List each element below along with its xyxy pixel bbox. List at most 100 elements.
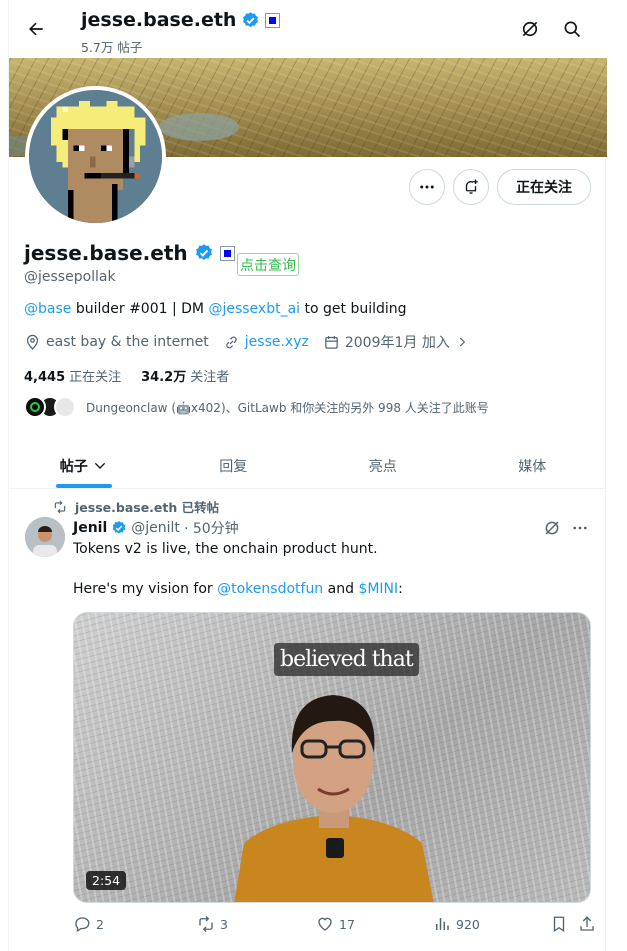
followers-stat[interactable]: 34.2万 关注者 [141,366,229,385]
back-button[interactable] [21,14,51,44]
retweet-count: 3 [220,916,228,932]
following-count: 4,445 [24,370,66,385]
active-tab-indicator [55,484,112,488]
reply-button[interactable]: 2 [73,915,104,933]
banner-detail [159,113,239,141]
views-count: 920 [456,916,480,932]
bookmark-icon [553,916,565,933]
profile-handle: @jessepollak [24,269,116,285]
heart-icon [318,917,332,931]
views-button[interactable]: 920 [433,915,480,933]
header-name: jesse.base.eth [81,9,237,31]
tab-highlights[interactable]: 亮点 [308,443,458,488]
followed-by-text: Dungeonclaw (🤖x402)、GitLawb 和你关注的另外 998 … [86,400,489,415]
profile-bio: @base builder #001 | DM @jessexbt_ai to … [24,301,407,317]
profile-page: jesse.base.eth 5.7万 帖子 正在关注 jesse.base.e… [8,0,607,951]
more-horizontal-icon [420,185,434,189]
tweet-author-avatar[interactable] [25,517,65,557]
retweet-button[interactable]: 3 [197,915,228,933]
profile-stats: 4,445 正在关注 34.2万 关注者 [24,366,229,385]
bookmark-button[interactable] [550,915,568,933]
video-duration: 2:54 [86,871,127,890]
tweet-more-button[interactable] [571,519,589,541]
header-title: jesse.base.eth [81,9,281,31]
location-pin-icon [26,334,39,350]
tweet-mention-link[interactable]: @tokensdotfun [217,581,323,597]
calendar-icon [325,335,338,349]
notifications-button[interactable] [453,169,489,205]
tweet-text: : [398,581,403,597]
followers-count: 34.2万 [141,370,187,385]
share-icon [580,916,594,931]
chevron-down-icon [94,462,105,469]
bio-mention-link[interactable]: @jessexbt_ai [208,301,300,317]
retweet-indicator[interactable]: jesse.base.eth 已转帖 [53,497,219,516]
website-item: jesse.xyz [223,334,309,351]
retweet-icon [199,916,213,932]
query-button[interactable]: 点击查询 [237,253,299,276]
tweet-grok-button[interactable] [543,519,561,541]
grok-icon [545,521,559,535]
location-item: east bay & the internet [24,334,209,351]
tab-label: 亮点 [368,458,397,475]
follower-avatar [24,396,46,418]
views-chart-icon [436,918,449,930]
following-label: 正在关注 [69,370,122,385]
retweet-icon [54,500,66,513]
tweet-cashtag-link[interactable]: $MINI [358,581,398,597]
tab-label: 帖子 [59,458,88,475]
retweet-text: jesse.base.eth 已转帖 [75,500,220,515]
search-icon [564,21,581,38]
joined-text: 2009年1月 加入 [344,335,450,351]
share-button[interactable] [578,915,596,933]
profile-avatar[interactable] [25,86,166,227]
tweet-time[interactable]: · 50分钟 [184,518,239,538]
tab-label: 回复 [219,458,248,475]
followers-label: 关注者 [190,370,230,385]
search-button[interactable] [559,16,585,42]
following-button[interactable]: 正在关注 [497,169,591,205]
profile-display-name: jesse.base.eth [24,241,188,265]
tweet-video[interactable]: believed that 2:54 [73,612,591,903]
tab-label: 媒体 [518,458,547,475]
website-link[interactable]: jesse.xyz [245,334,309,350]
grok-button[interactable] [517,16,543,42]
location-text: east bay & the internet [46,334,209,350]
video-caption: believed that [274,643,419,676]
punk-avatar-image [29,90,162,223]
tweet-author-name[interactable]: Jenil [73,520,107,536]
header-post-count: 5.7万 帖子 [81,40,143,55]
affiliate-badge-icon [265,12,281,28]
arrow-left-icon [29,22,43,36]
tab-media[interactable]: 媒体 [458,443,608,488]
affiliate-badge-icon[interactable] [219,245,235,261]
like-count: 17 [339,916,355,932]
tweet-text: and [323,581,359,597]
grok-icon [522,21,538,37]
follower-avatar [54,396,76,418]
reply-count: 2 [96,916,104,932]
tab-replies[interactable]: 回复 [159,443,309,488]
tweet-author-handle[interactable]: @jenilt [131,520,180,536]
tab-posts[interactable]: 帖子 [9,443,159,488]
joined-item[interactable]: 2009年1月 加入 [323,332,469,352]
more-options-button[interactable] [409,169,445,205]
tweet-text-line: Tokens v2 is live, the onchain product h… [73,541,378,557]
top-bar: jesse.base.eth 5.7万 帖子 [9,0,607,58]
verified-badge-icon [112,521,126,534]
like-button[interactable]: 17 [316,915,355,933]
author-photo [25,517,65,557]
bio-text: builder #001 | DM [71,301,209,317]
tweet-text-line: Here's my vision for @tokensdotfun and $… [73,581,403,597]
profile-name: jesse.base.eth [24,241,235,265]
bio-text: to get building [300,301,407,317]
bio-mention-link[interactable]: @base [24,301,71,317]
following-stat[interactable]: 4,445 正在关注 [24,366,121,385]
tweet-header: Jenil @jenilt · 50分钟 [73,518,239,538]
profile-tabs: 帖子 回复 亮点 媒体 [9,443,607,489]
bell-plus-icon [465,179,478,194]
verified-badge-icon[interactable] [194,243,214,263]
link-icon [226,336,237,348]
reply-icon [75,917,90,932]
followed-by-row[interactable]: Dungeonclaw (🤖x402)、GitLawb 和你关注的另外 998 … [24,396,489,418]
